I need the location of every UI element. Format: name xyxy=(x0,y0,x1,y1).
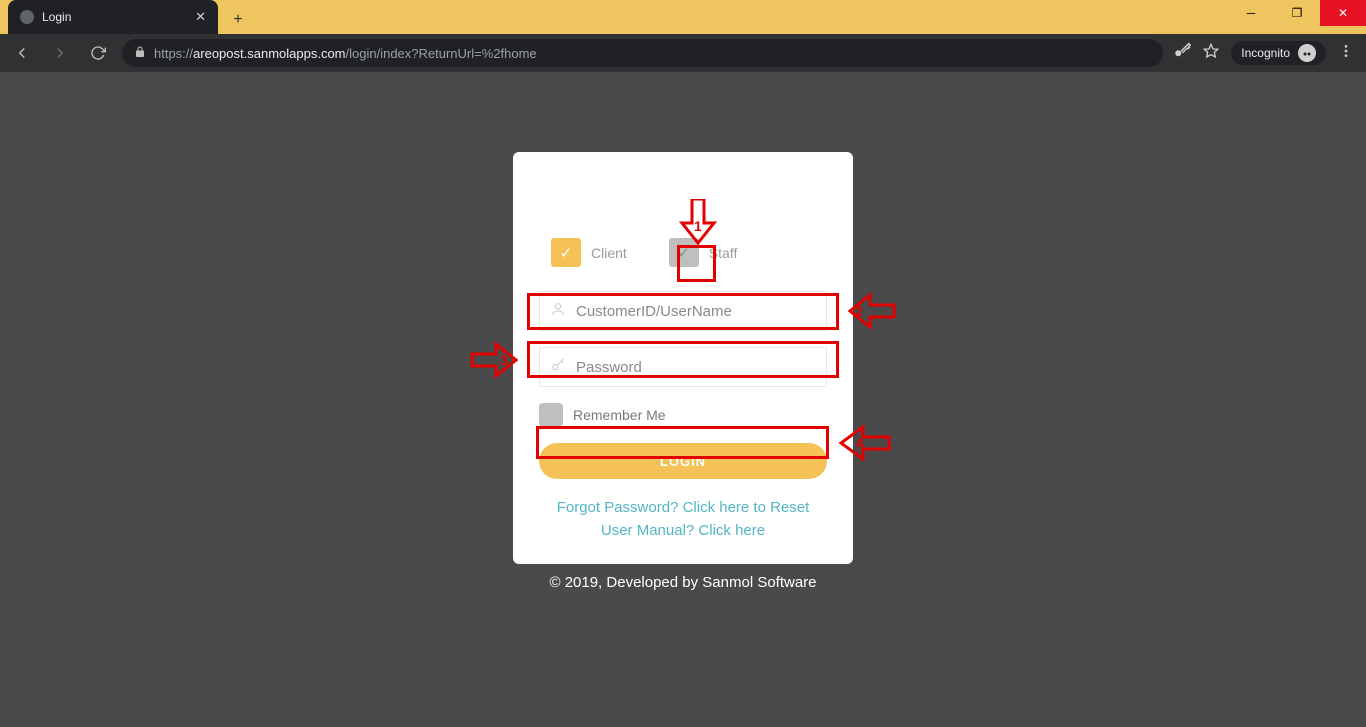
incognito-indicator[interactable]: Incognito xyxy=(1231,41,1326,65)
client-checkbox[interactable]: ✓ xyxy=(551,238,581,267)
client-label: Client xyxy=(591,245,627,261)
address-bar[interactable]: https://areopost.sanmolapps.com/login/in… xyxy=(122,39,1163,67)
browser-tab[interactable]: Login ✕ xyxy=(8,0,218,34)
key-field-icon xyxy=(550,357,566,378)
window-close-button[interactable]: ✕ xyxy=(1320,0,1366,26)
password-input[interactable] xyxy=(576,359,816,376)
browser-toolbar: https://areopost.sanmolapps.com/login/in… xyxy=(0,34,1366,72)
page-content: ✓ Client ✓ Staff Remember Me LOGIN Forgo… xyxy=(0,72,1366,727)
tab-title: Login xyxy=(42,10,71,24)
user-icon xyxy=(550,301,566,322)
back-button[interactable] xyxy=(8,39,36,67)
login-button[interactable]: LOGIN xyxy=(539,443,827,479)
window-controls: ─ ❐ ✕ xyxy=(1228,0,1366,34)
username-input[interactable] xyxy=(576,303,816,320)
login-type-row: ✓ Client ✓ Staff xyxy=(539,238,827,267)
forward-button[interactable] xyxy=(46,39,74,67)
new-tab-button[interactable]: + xyxy=(224,6,252,34)
annotation-number-2: 2 xyxy=(855,303,863,319)
remember-label: Remember Me xyxy=(573,407,666,423)
password-field[interactable] xyxy=(539,347,827,387)
login-links: Forgot Password? Click here to Reset Use… xyxy=(539,497,827,542)
url-text: https://areopost.sanmolapps.com/login/in… xyxy=(154,46,537,61)
staff-label: Staff xyxy=(709,245,738,261)
remember-checkbox[interactable] xyxy=(539,403,563,427)
window-minimize-button[interactable]: ─ xyxy=(1228,0,1274,26)
footer-text: © 2019, Developed by Sanmol Software xyxy=(0,574,1366,591)
menu-icon[interactable] xyxy=(1338,43,1354,64)
bookmark-star-icon[interactable] xyxy=(1203,43,1219,64)
username-field[interactable] xyxy=(539,291,827,331)
annotation-number-3: 3 xyxy=(500,352,508,368)
user-manual-link[interactable]: User Manual? Click here xyxy=(539,520,827,543)
toolbar-right: Incognito xyxy=(1173,41,1358,65)
annotation-number-4: 4 xyxy=(856,435,864,451)
key-icon[interactable] xyxy=(1173,42,1191,65)
window-titlebar: Login ✕ + ─ ❐ ✕ xyxy=(0,0,1366,34)
reload-button[interactable] xyxy=(84,39,112,67)
remember-row: Remember Me xyxy=(539,403,827,427)
incognito-label: Incognito xyxy=(1241,46,1290,60)
login-card: ✓ Client ✓ Staff Remember Me LOGIN Forgo… xyxy=(513,152,853,564)
window-maximize-button[interactable]: ❐ xyxy=(1274,0,1320,26)
lock-icon xyxy=(134,46,146,61)
tab-close-icon[interactable]: ✕ xyxy=(195,9,206,25)
forgot-password-link[interactable]: Forgot Password? Click here to Reset xyxy=(539,497,827,520)
staff-checkbox[interactable]: ✓ xyxy=(669,238,699,267)
tab-favicon xyxy=(20,10,34,24)
incognito-icon xyxy=(1298,44,1316,62)
